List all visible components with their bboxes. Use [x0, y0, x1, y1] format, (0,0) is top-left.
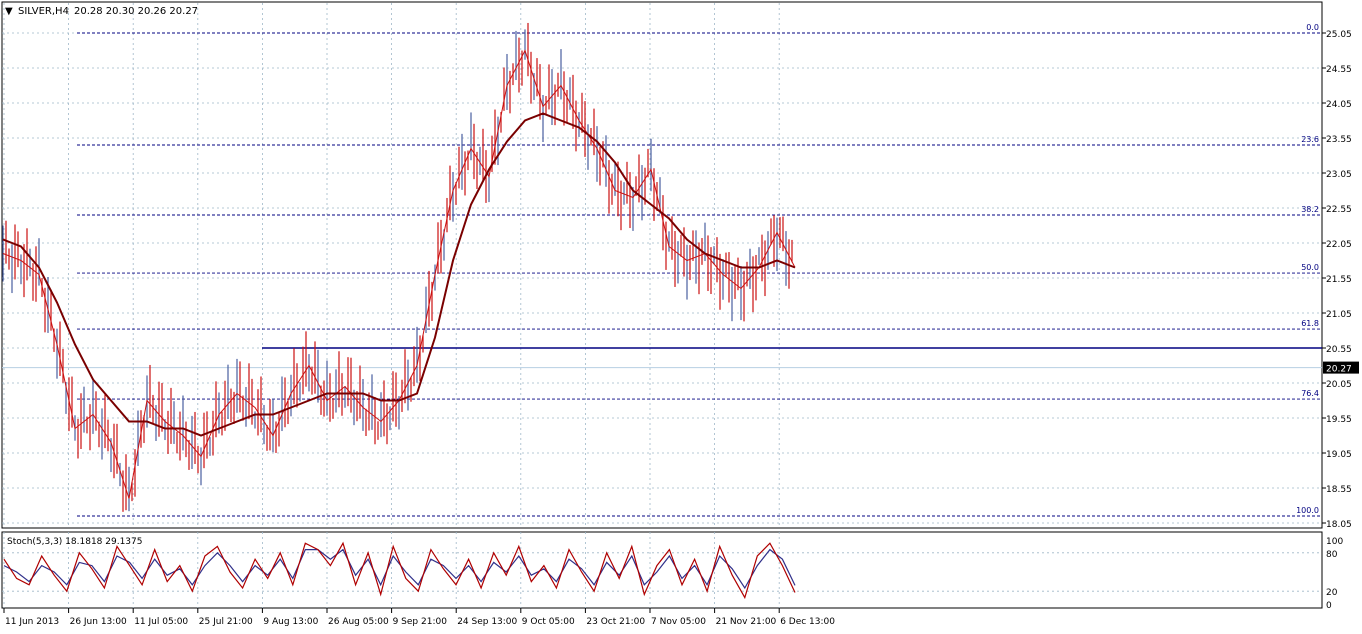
y-tick-label: 21.55 [1326, 275, 1352, 285]
menu-dropdown-icon[interactable]: ▼ [5, 6, 13, 17]
fib-level-label: 76.4 [1301, 389, 1319, 398]
y-tick-label: 19.05 [1326, 450, 1352, 460]
y-tick-label: 19.55 [1326, 415, 1352, 425]
y-tick-label: 22.55 [1326, 205, 1352, 215]
grid-lines [2, 3, 1322, 608]
y-tick-label: 23.55 [1326, 135, 1352, 145]
moving-average-line [2, 112, 796, 437]
y-tick-label: 24.55 [1326, 65, 1352, 75]
fibonacci-levels: 0.0 23.6 38.2 50.0 61.8 76.4 100.0 [2, 23, 1322, 517]
stoch-tick-label: 80 [1326, 550, 1338, 560]
stoch-tick-label: 0 [1326, 601, 1332, 611]
price-series [2, 22, 796, 512]
y-tick-label: 20.05 [1326, 380, 1352, 390]
symbol-label: SILVER,H4 [18, 6, 69, 17]
x-tick-label: 11 Jun 2013 [5, 617, 59, 627]
main-panel-frame [1, 1, 1323, 529]
x-tick-label: 24 Sep 13:00 [457, 617, 517, 627]
fib-level-label: 50.0 [1301, 263, 1319, 272]
x-tick-label: 9 Aug 13:00 [263, 617, 318, 627]
fib-level-label: 61.8 [1301, 319, 1319, 328]
stoch-main-line [3, 541, 796, 600]
stochastic-series [3, 541, 796, 600]
y-tick-label: 25.05 [1326, 30, 1352, 40]
fib-level-label: 23.6 [1301, 135, 1319, 144]
x-tick-label: 26 Aug 05:00 [328, 617, 389, 627]
y-tick-label: 23.05 [1326, 170, 1352, 180]
stoch-tick-label: 20 [1326, 588, 1338, 598]
y-tick-label: 22.05 [1326, 240, 1352, 250]
x-tick-label: 21 Nov 21:00 [716, 617, 777, 627]
fib-level-label: 38.2 [1301, 205, 1319, 214]
chart-window: 0.0 23.6 38.2 50.0 61.8 76.4 100.0 25.05 24.55 2… [0, 0, 1362, 630]
x-tick-label: 6 Dec 13:00 [780, 617, 835, 627]
x-tick-label: 9 Oct 05:00 [522, 617, 575, 627]
y-tick-label: 21.05 [1326, 310, 1352, 320]
x-tick-label: 9 Sep 21:00 [393, 617, 448, 627]
y-tick-label: 24.05 [1326, 100, 1352, 110]
price-line [2, 49, 796, 499]
y-tick-label: 18.05 [1326, 520, 1352, 530]
y-tick-label: 20.55 [1326, 345, 1352, 355]
x-tick-label: 7 Nov 05:00 [651, 617, 706, 627]
x-tick-label: 25 Jul 21:00 [199, 617, 253, 627]
x-tick-label: 11 Jul 05:00 [134, 617, 188, 627]
stoch-tick-label: 100 [1326, 537, 1343, 547]
fib-level-label: 0.0 [1306, 23, 1319, 32]
y-tick-label: 18.55 [1326, 485, 1352, 495]
x-tick-label: 23 Oct 21:00 [586, 617, 645, 627]
chart-canvas[interactable]: 0.023.638.250.061.876.4100.0 25.0524.552… [0, 0, 1362, 630]
x-tick-label: 26 Jun 13:00 [70, 617, 127, 627]
stoch-title: Stoch(5,3,3) 18.1818 29.1375 [7, 537, 142, 547]
fib-level-label: 100.0 [1296, 506, 1319, 515]
ohlc-readout: 20.28 20.30 20.26 20.27 [74, 6, 198, 17]
axis-labels: 25.05 24.55 24.05 23.55 23.05 22.55 22.05 21.55… [3, 30, 1359, 627]
current-price-label: 20.27 [1326, 365, 1352, 375]
